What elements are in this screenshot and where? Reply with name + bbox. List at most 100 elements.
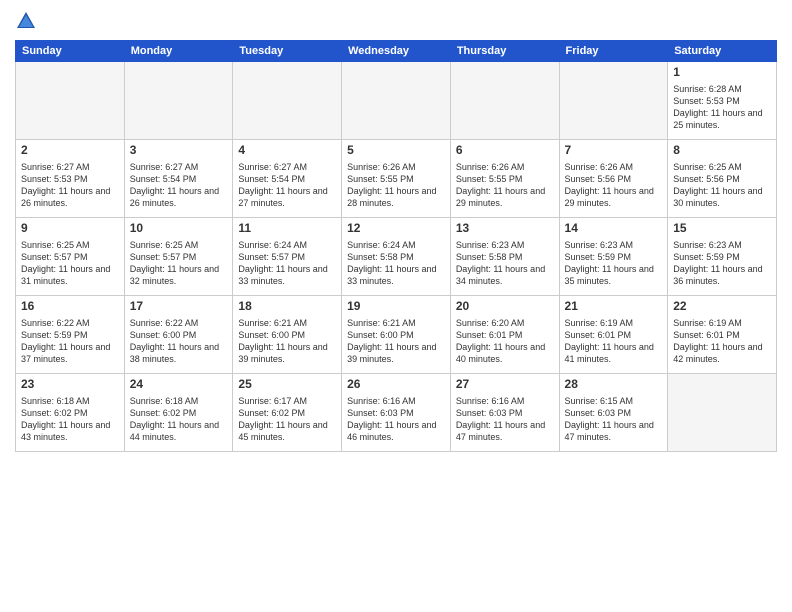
day-number: 2 bbox=[21, 143, 119, 159]
day-number: 14 bbox=[565, 221, 663, 237]
day-info: Sunrise: 6:22 AM Sunset: 6:00 PM Dayligh… bbox=[130, 317, 228, 366]
day-info: Sunrise: 6:16 AM Sunset: 6:03 PM Dayligh… bbox=[456, 395, 554, 444]
day-info: Sunrise: 6:18 AM Sunset: 6:02 PM Dayligh… bbox=[21, 395, 119, 444]
logo-icon bbox=[15, 10, 37, 32]
calendar-day-cell bbox=[342, 62, 451, 140]
day-number: 21 bbox=[565, 299, 663, 315]
column-header-thursday: Thursday bbox=[450, 41, 559, 62]
day-number: 10 bbox=[130, 221, 228, 237]
day-info: Sunrise: 6:16 AM Sunset: 6:03 PM Dayligh… bbox=[347, 395, 445, 444]
day-number: 16 bbox=[21, 299, 119, 315]
calendar-day-cell: 26 Sunrise: 6:16 AM Sunset: 6:03 PM Dayli… bbox=[342, 374, 451, 452]
day-info: Sunrise: 6:23 AM Sunset: 5:59 PM Dayligh… bbox=[565, 239, 663, 288]
day-number: 18 bbox=[238, 299, 336, 315]
day-number: 20 bbox=[456, 299, 554, 315]
calendar-week-row: 2Sunrise: 6:27 AM Sunset: 5:53 PM Daylig… bbox=[16, 140, 777, 218]
calendar-day-cell bbox=[668, 374, 777, 452]
page: SundayMondayTuesdayWednesdayThursdayFrid… bbox=[0, 0, 792, 612]
day-info: Sunrise: 6:23 AM Sunset: 5:58 PM Dayligh… bbox=[456, 239, 554, 288]
calendar-day-cell: 4 Sunrise: 6:27 AM Sunset: 5:54 PM Daylig… bbox=[233, 140, 342, 218]
day-number: 24 bbox=[130, 377, 228, 393]
calendar-day-cell: 19 Sunrise: 6:21 AM Sunset: 6:00 PM Dayli… bbox=[342, 296, 451, 374]
day-number: 4 bbox=[238, 143, 336, 159]
calendar-day-cell: 7 Sunrise: 6:26 AM Sunset: 5:56 PM Daylig… bbox=[559, 140, 668, 218]
day-info: Sunrise: 6:24 AM Sunset: 5:57 PM Dayligh… bbox=[238, 239, 336, 288]
calendar-day-cell: 27Sunrise: 6:16 AM Sunset: 6:03 PM Dayli… bbox=[450, 374, 559, 452]
calendar-day-cell bbox=[124, 62, 233, 140]
calendar-week-row: 23 Sunrise: 6:18 AM Sunset: 6:02 PM Dayli… bbox=[16, 374, 777, 452]
day-info: Sunrise: 6:17 AM Sunset: 6:02 PM Dayligh… bbox=[238, 395, 336, 444]
calendar-day-cell: 22 Sunrise: 6:19 AM Sunset: 6:01 PM Dayli… bbox=[668, 296, 777, 374]
calendar-day-cell: 2Sunrise: 6:27 AM Sunset: 5:53 PM Daylig… bbox=[16, 140, 125, 218]
day-number: 26 bbox=[347, 377, 445, 393]
calendar-day-cell: 11 Sunrise: 6:24 AM Sunset: 5:57 PM Dayli… bbox=[233, 218, 342, 296]
calendar-day-cell: 21 Sunrise: 6:19 AM Sunset: 6:01 PM Dayli… bbox=[559, 296, 668, 374]
day-number: 12 bbox=[347, 221, 445, 237]
column-header-friday: Friday bbox=[559, 41, 668, 62]
day-number: 9 bbox=[21, 221, 119, 237]
calendar-day-cell: 6 Sunrise: 6:26 AM Sunset: 5:55 PM Daylig… bbox=[450, 140, 559, 218]
calendar-day-cell bbox=[450, 62, 559, 140]
day-number: 5 bbox=[347, 143, 445, 159]
day-info: Sunrise: 6:27 AM Sunset: 5:54 PM Dayligh… bbox=[238, 161, 336, 210]
day-info: Sunrise: 6:26 AM Sunset: 5:55 PM Dayligh… bbox=[347, 161, 445, 210]
calendar-day-cell: 17 Sunrise: 6:22 AM Sunset: 6:00 PM Dayli… bbox=[124, 296, 233, 374]
day-number: 25 bbox=[238, 377, 336, 393]
day-number: 22 bbox=[673, 299, 771, 315]
column-header-wednesday: Wednesday bbox=[342, 41, 451, 62]
day-info: Sunrise: 6:27 AM Sunset: 5:54 PM Dayligh… bbox=[130, 161, 228, 210]
day-info: Sunrise: 6:21 AM Sunset: 6:00 PM Dayligh… bbox=[238, 317, 336, 366]
day-number: 23 bbox=[21, 377, 119, 393]
day-number: 11 bbox=[238, 221, 336, 237]
day-info: Sunrise: 6:21 AM Sunset: 6:00 PM Dayligh… bbox=[347, 317, 445, 366]
day-number: 6 bbox=[456, 143, 554, 159]
day-info: Sunrise: 6:20 AM Sunset: 6:01 PM Dayligh… bbox=[456, 317, 554, 366]
calendar-week-row: 16 Sunrise: 6:22 AM Sunset: 5:59 PM Dayli… bbox=[16, 296, 777, 374]
day-number: 1 bbox=[673, 65, 771, 81]
calendar-day-cell: 12 Sunrise: 6:24 AM Sunset: 5:58 PM Dayli… bbox=[342, 218, 451, 296]
day-number: 17 bbox=[130, 299, 228, 315]
calendar-day-cell: 24 Sunrise: 6:18 AM Sunset: 6:02 PM Dayli… bbox=[124, 374, 233, 452]
day-info: Sunrise: 6:24 AM Sunset: 5:58 PM Dayligh… bbox=[347, 239, 445, 288]
day-number: 8 bbox=[673, 143, 771, 159]
calendar-day-cell: 25 Sunrise: 6:17 AM Sunset: 6:02 PM Dayli… bbox=[233, 374, 342, 452]
day-number: 19 bbox=[347, 299, 445, 315]
calendar-day-cell: 8 Sunrise: 6:25 AM Sunset: 5:56 PM Daylig… bbox=[668, 140, 777, 218]
calendar-day-cell: 14 Sunrise: 6:23 AM Sunset: 5:59 PM Dayli… bbox=[559, 218, 668, 296]
calendar-day-cell: 13 Sunrise: 6:23 AM Sunset: 5:58 PM Dayli… bbox=[450, 218, 559, 296]
calendar-day-cell: 1 Sunrise: 6:28 AM Sunset: 5:53 PM Daylig… bbox=[668, 62, 777, 140]
calendar-day-cell bbox=[233, 62, 342, 140]
column-header-tuesday: Tuesday bbox=[233, 41, 342, 62]
day-info: Sunrise: 6:28 AM Sunset: 5:53 PM Dayligh… bbox=[673, 83, 771, 132]
day-number: 28 bbox=[565, 377, 663, 393]
calendar-day-cell: 15 Sunrise: 6:23 AM Sunset: 5:59 PM Dayli… bbox=[668, 218, 777, 296]
calendar-day-cell: 23 Sunrise: 6:18 AM Sunset: 6:02 PM Dayli… bbox=[16, 374, 125, 452]
calendar-day-cell: 10Sunrise: 6:25 AM Sunset: 5:57 PM Dayli… bbox=[124, 218, 233, 296]
calendar-week-row: 1 Sunrise: 6:28 AM Sunset: 5:53 PM Daylig… bbox=[16, 62, 777, 140]
header bbox=[15, 10, 777, 32]
day-info: Sunrise: 6:26 AM Sunset: 5:55 PM Dayligh… bbox=[456, 161, 554, 210]
calendar-table: SundayMondayTuesdayWednesdayThursdayFrid… bbox=[15, 40, 777, 452]
day-info: Sunrise: 6:19 AM Sunset: 6:01 PM Dayligh… bbox=[565, 317, 663, 366]
day-number: 15 bbox=[673, 221, 771, 237]
day-info: Sunrise: 6:18 AM Sunset: 6:02 PM Dayligh… bbox=[130, 395, 228, 444]
calendar-day-cell: 20 Sunrise: 6:20 AM Sunset: 6:01 PM Dayli… bbox=[450, 296, 559, 374]
column-header-sunday: Sunday bbox=[16, 41, 125, 62]
day-number: 3 bbox=[130, 143, 228, 159]
calendar-header-row: SundayMondayTuesdayWednesdayThursdayFrid… bbox=[16, 41, 777, 62]
calendar-day-cell: 9Sunrise: 6:25 AM Sunset: 5:57 PM Daylig… bbox=[16, 218, 125, 296]
day-info: Sunrise: 6:26 AM Sunset: 5:56 PM Dayligh… bbox=[565, 161, 663, 210]
day-info: Sunrise: 6:23 AM Sunset: 5:59 PM Dayligh… bbox=[673, 239, 771, 288]
day-info: Sunrise: 6:19 AM Sunset: 6:01 PM Dayligh… bbox=[673, 317, 771, 366]
calendar-day-cell: 18 Sunrise: 6:21 AM Sunset: 6:00 PM Dayli… bbox=[233, 296, 342, 374]
calendar-day-cell: 3 Sunrise: 6:27 AM Sunset: 5:54 PM Daylig… bbox=[124, 140, 233, 218]
day-info: Sunrise: 6:25 AM Sunset: 5:56 PM Dayligh… bbox=[673, 161, 771, 210]
calendar-week-row: 9Sunrise: 6:25 AM Sunset: 5:57 PM Daylig… bbox=[16, 218, 777, 296]
calendar-day-cell: 16 Sunrise: 6:22 AM Sunset: 5:59 PM Dayli… bbox=[16, 296, 125, 374]
day-number: 13 bbox=[456, 221, 554, 237]
calendar-day-cell bbox=[16, 62, 125, 140]
calendar-day-cell: 5 Sunrise: 6:26 AM Sunset: 5:55 PM Daylig… bbox=[342, 140, 451, 218]
day-info: Sunrise: 6:22 AM Sunset: 5:59 PM Dayligh… bbox=[21, 317, 119, 366]
calendar-day-cell bbox=[559, 62, 668, 140]
day-number: 7 bbox=[565, 143, 663, 159]
